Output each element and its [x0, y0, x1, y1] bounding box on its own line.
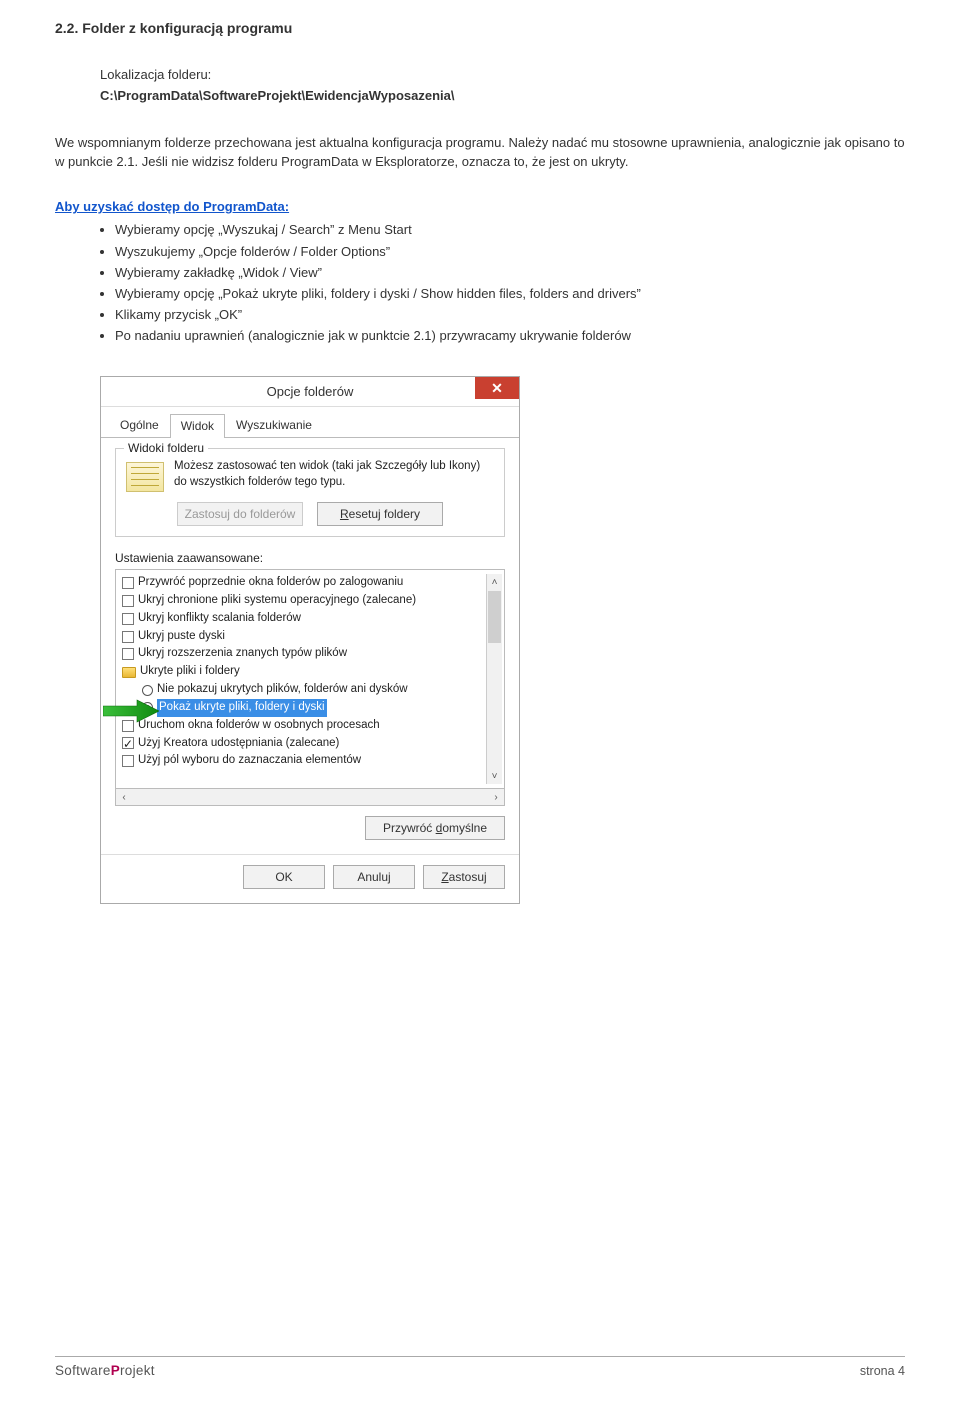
- checkbox-icon[interactable]: [122, 631, 134, 643]
- tree-item-label: Użyj pól wyboru do zaznaczania elementów: [138, 752, 361, 770]
- tree-check-item[interactable]: Ukryj chronione pliki systemu operacyjne…: [120, 592, 486, 610]
- instruction-list: Wybieramy opcję „Wyszukaj / Search” z Me…: [115, 220, 905, 346]
- list-item: Wyszukujemy „Opcje folderów / Folder Opt…: [115, 242, 905, 262]
- checkbox-icon[interactable]: [122, 755, 134, 767]
- titlebar: Opcje folderów ✕: [101, 377, 519, 407]
- location-label: Lokalizacja folderu:: [100, 66, 905, 85]
- ok-button[interactable]: OK: [243, 865, 325, 889]
- list-item: Klikamy przycisk „OK”: [115, 305, 905, 325]
- horizontal-scrollbar[interactable]: ‹ ›: [115, 789, 505, 806]
- tree-item-label: Ukryte pliki i foldery: [140, 663, 240, 681]
- tree-item-label: Użyj Kreatora udostępniania (zalecane): [138, 735, 339, 753]
- tree-item-label: Przywróć poprzednie okna folderów po zal…: [138, 574, 403, 592]
- scroll-left-icon[interactable]: ‹: [116, 792, 132, 803]
- vertical-scrollbar[interactable]: ˄ ˅: [486, 574, 502, 784]
- tree-item-label: Ukryj chronione pliki systemu operacyjne…: [138, 592, 416, 610]
- tree-check-item[interactable]: Użyj Kreatora udostępniania (zalecane): [120, 735, 486, 753]
- location-path: C:\ProgramData\SoftwareProjekt\Ewidencja…: [100, 87, 905, 106]
- dialog-title: Opcje folderów: [267, 384, 354, 399]
- tree-check-item[interactable]: Ukryj konflikty scalania folderów: [120, 610, 486, 628]
- checkbox-icon[interactable]: [122, 648, 134, 660]
- tree-check-item[interactable]: Ukryj rozszerzenia znanych typów plików: [120, 645, 486, 663]
- dialog-button-row: OK Anuluj Zastosuj: [101, 854, 519, 903]
- tab-bar: Ogólne Widok Wyszukiwanie: [101, 407, 519, 438]
- checkbox-icon[interactable]: [122, 737, 134, 749]
- tab-panel-view: Widoki folderu Możesz zastosować ten wid…: [101, 438, 519, 854]
- list-item: Wybieramy opcję „Wyszukaj / Search” z Me…: [115, 220, 905, 240]
- cancel-button[interactable]: Anuluj: [333, 865, 415, 889]
- tree-item-label: Pokaż ukryte pliki, foldery i dyski: [157, 699, 327, 717]
- tree-check-item[interactable]: Uruchom okna folderów w osobnych procesa…: [120, 717, 486, 735]
- folder-view-text: Możesz zastosować ten widok (taki jak Sz…: [174, 459, 494, 490]
- scroll-right-icon[interactable]: ›: [488, 792, 504, 803]
- scroll-thumb[interactable]: [488, 591, 501, 643]
- reset-folders-button[interactable]: Resetuj foldery: [317, 502, 443, 526]
- tree-item-label: Nie pokazuj ukrytych plików, folderów an…: [157, 681, 408, 699]
- tab-general[interactable]: Ogólne: [109, 413, 170, 437]
- tab-view[interactable]: Widok: [170, 414, 225, 438]
- tree-radio-item[interactable]: Nie pokazuj ukrytych plików, folderów an…: [120, 681, 486, 699]
- page-number: strona 4: [860, 1364, 905, 1378]
- list-item: Wybieramy opcję „Pokaż ukryte pliki, fol…: [115, 284, 905, 304]
- tree-radio-item[interactable]: Pokaż ukryte pliki, foldery i dyski: [120, 699, 486, 717]
- apply-to-folders-button[interactable]: Zastosuj do folderów: [177, 502, 303, 526]
- apply-label: Zastosuj: [441, 870, 486, 884]
- tree-check-item[interactable]: Użyj pól wyboru do zaznaczania elementów: [120, 752, 486, 770]
- folder-options-dialog: Opcje folderów ✕ Ogólne Widok Wyszukiwan…: [100, 376, 520, 904]
- group-legend: Widoki folderu: [124, 441, 208, 455]
- restore-defaults-button[interactable]: Przywróć domyślne: [365, 816, 505, 840]
- tree-item-label: Ukryj konflikty scalania folderów: [138, 610, 301, 628]
- folder-icon: [122, 667, 136, 678]
- close-button[interactable]: ✕: [475, 377, 519, 399]
- tree-item-label: Uruchom okna folderów w osobnych procesa…: [138, 717, 380, 735]
- green-arrow-indicator: [103, 698, 159, 724]
- tree-folder: Ukryte pliki i foldery: [120, 663, 486, 681]
- restore-defaults-label: Przywróć domyślne: [383, 821, 487, 835]
- folder-views-group: Widoki folderu Możesz zastosować ten wid…: [115, 448, 505, 537]
- tree-item-label: Ukryj puste dyski: [138, 628, 225, 646]
- tree-check-item[interactable]: Ukryj puste dyski: [120, 628, 486, 646]
- checkbox-icon[interactable]: [122, 577, 134, 589]
- close-icon: ✕: [491, 380, 503, 397]
- scroll-down-icon[interactable]: ˅: [487, 768, 502, 784]
- tree-check-item[interactable]: Przywróć poprzednie okna folderów po zal…: [120, 574, 486, 592]
- scroll-up-icon[interactable]: ˄: [487, 574, 502, 590]
- list-item: Po nadaniu uprawnień (analogicznie jak w…: [115, 326, 905, 346]
- location-block: Lokalizacja folderu: C:\ProgramData\Soft…: [100, 66, 905, 106]
- tab-search[interactable]: Wyszukiwanie: [225, 413, 323, 437]
- checkbox-icon[interactable]: [122, 595, 134, 607]
- footer-logo: SoftwareProjekt: [55, 1363, 155, 1378]
- radio-icon[interactable]: [142, 685, 153, 696]
- section-title: 2.2. Folder z konfiguracją programu: [55, 20, 905, 36]
- dialog-wrap: Opcje folderów ✕ Ogólne Widok Wyszukiwan…: [100, 376, 905, 904]
- folder-view-icon: [126, 462, 164, 492]
- advanced-settings-tree[interactable]: Przywróć poprzednie okna folderów po zal…: [115, 569, 505, 789]
- reset-folders-label: Resetuj foldery: [340, 507, 420, 521]
- list-item: Wybieramy zakładkę „Widok / View”: [115, 263, 905, 283]
- paragraph-description: We wspomnianym folderze przechowana jest…: [55, 134, 905, 172]
- apply-button[interactable]: Zastosuj: [423, 865, 505, 889]
- page-footer: SoftwareProjekt strona 4: [55, 1356, 905, 1378]
- tree-item-label: Ukryj rozszerzenia znanych typów plików: [138, 645, 347, 663]
- access-title: Aby uzyskać dostęp do ProgramData:: [55, 199, 905, 214]
- checkbox-icon[interactable]: [122, 613, 134, 625]
- advanced-settings-label: Ustawienia zaawansowane:: [115, 551, 505, 565]
